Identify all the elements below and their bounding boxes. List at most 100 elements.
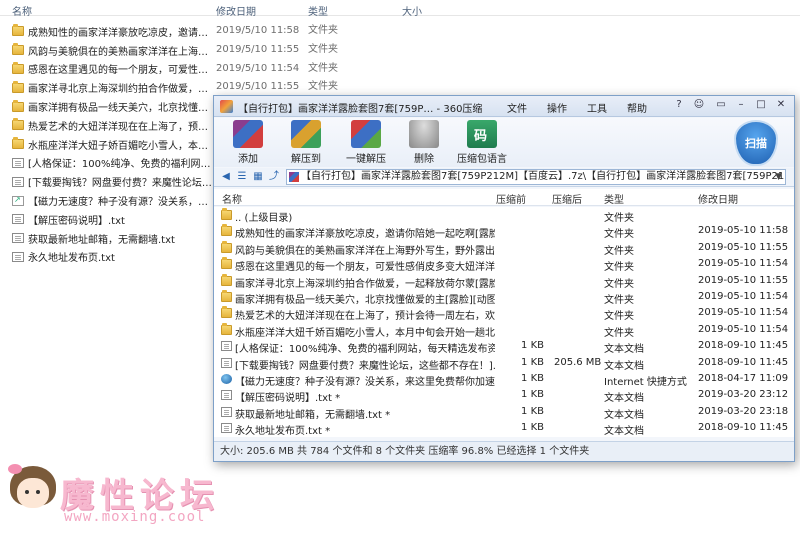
- folder-icon: [12, 118, 24, 131]
- table-row[interactable]: [人格保证：100%纯净、免费的福利网站，每天精选发布资… 1 KB 文本文档 201…: [214, 338, 794, 356]
- row-type: 文件夹: [604, 294, 634, 306]
- view-details-icon[interactable]: ▦: [252, 171, 264, 183]
- extract-to-button[interactable]: 解压到: [276, 120, 336, 165]
- menu-file[interactable]: 文件: [507, 100, 527, 115]
- row-original-size: 205.6 MB: [554, 356, 602, 368]
- column-compressed[interactable]: 压缩前: [496, 191, 526, 206]
- row-name: 永久地址发布页.txt *: [235, 426, 331, 438]
- row-type: 文本文档: [604, 344, 644, 356]
- skin-icon[interactable]: ▭: [714, 99, 728, 112]
- row-date: 2018-09-10 11:45: [698, 340, 789, 352]
- column-type[interactable]: 类型: [604, 191, 624, 206]
- menu-action[interactable]: 操作: [547, 100, 567, 115]
- one-click-extract-icon: [351, 120, 381, 148]
- watermark: 魔性论坛 www.moxing.cool: [0, 462, 240, 533]
- folder-icon: [221, 240, 232, 253]
- archive-language-label: 压缩包语言: [457, 154, 507, 165]
- bg-list-item[interactable]: 感恩在这里遇见的每一个朋友，可爱性感…: [12, 60, 212, 79]
- table-row[interactable]: 画家洋拥有极品一线天美穴，北京找懂做爱的主[露脸][动图]… 文件夹 2019-05…: [214, 289, 794, 306]
- table-row[interactable]: 【解压密码说明】.txt * 1 KB 文本文档 2019-03-20 23:12: [214, 387, 794, 405]
- help-icon[interactable]: ?: [672, 99, 686, 112]
- title-bar[interactable]: 【自行打包】画家洋洋露脸套图7套[759P… - 360压缩 文件 操作 工具 …: [214, 96, 794, 117]
- bg-list-item[interactable]: 画家洋拥有极品一线天美穴，北京找懂做…: [12, 97, 212, 116]
- table-row[interactable]: 水瓶座洋洋大妞千娇百媚吃小雪人，本月中旬会开始一趟北… 文件夹 2019-05-10…: [214, 322, 794, 339]
- table-row[interactable]: 永久地址发布页.txt * 1 KB 文本文档 2018-09-10 11:45: [214, 420, 794, 438]
- address-bar: ◀ ☰ ▦ ⤴ 【自行打包】画家洋洋露脸套图7套[759P212M]【百度云】.…: [214, 168, 794, 187]
- close-button[interactable]: ✕: [774, 99, 788, 112]
- table-row[interactable]: 风韵与美貌俱在的美熟画家洋洋在上海野外写生，野外露出… 文件夹 2019-05-10…: [214, 240, 794, 257]
- maximize-button[interactable]: □: [754, 99, 768, 112]
- one-click-extract-button[interactable]: 一键解压: [336, 120, 396, 165]
- row-type: 文件夹: [604, 245, 634, 257]
- bg-header-date[interactable]: 修改日期: [216, 3, 256, 18]
- bg-item-date: 2019/5/10 11:54: [216, 62, 300, 74]
- row-name: 【解压密码说明】.txt *: [235, 393, 341, 405]
- bg-header-type[interactable]: 类型: [308, 3, 328, 18]
- delete-button[interactable]: 删除: [394, 120, 454, 165]
- row-name: 风韵与美貌俱在的美熟画家洋洋在上海野外写生，野外露出…: [235, 245, 495, 257]
- bg-list-item[interactable]: 获取最新地址邮箱，无需翻墙.txt: [12, 229, 212, 248]
- table-row[interactable]: 感恩在这里遇见的每一个朋友，可爱性感俏皮多变大妞洋洋… 文件夹 2019-05-10…: [214, 256, 794, 273]
- folder-icon: [221, 322, 232, 335]
- row-type: 文本文档: [604, 426, 644, 438]
- bg-item-name: 成熟知性的画家洋洋豪放吃凉皮，邀请你…: [28, 27, 212, 39]
- bg-list-item[interactable]: 成熟知性的画家洋洋豪放吃凉皮，邀请你…: [12, 22, 212, 41]
- menu-tools[interactable]: 工具: [587, 100, 607, 115]
- row-name: 获取最新地址邮箱，无需翻墙.txt *: [235, 409, 391, 421]
- folder-icon: [221, 257, 232, 270]
- bg-list-item[interactable]: 永久地址发布页.txt: [12, 248, 212, 267]
- row-compressed-size: 1 KB: [521, 340, 544, 352]
- row-name: 画家洋寻北京上海深圳约拍合作做爱，一起释放荷尔蒙[露脸…: [235, 278, 495, 290]
- back-arrow-icon[interactable]: ◀: [220, 171, 232, 183]
- column-name[interactable]: 名称: [222, 191, 242, 206]
- table-row[interactable]: .. (上级目录) 文件夹: [214, 207, 794, 224]
- bg-list-item[interactable]: 【磁力无速度？种子没有源？没关系，来…: [12, 191, 212, 210]
- row-date: 2019-05-10 11:55: [698, 274, 789, 286]
- archive-language-button[interactable]: 压缩包语言: [452, 120, 512, 165]
- bg-list-item[interactable]: 热爱艺术的大妞洋洋现在在上海了，预计…: [12, 116, 212, 135]
- table-row[interactable]: 画家洋寻北京上海深圳约拍合作做爱，一起释放荷尔蒙[露脸… 文件夹 2019-05-1…: [214, 273, 794, 290]
- folder-icon: [12, 43, 24, 56]
- row-name: 成熟知性的画家洋洋豪放吃凉皮，邀请你陪她一起吃啊[露脸…: [235, 229, 495, 241]
- table-row[interactable]: [下载要掏钱？网盘要付费？来魔性论坛，这些都不存在！].t… 1 KB 205.6 …: [214, 355, 794, 372]
- archive-file-list: .. (上级目录) 文件夹 成熟知性的画家洋洋豪放吃凉皮，邀请你陪她一起吃啊[露脸……: [214, 207, 794, 437]
- row-date: 2019-05-10 11:54: [698, 323, 789, 335]
- table-row[interactable]: 成熟知性的画家洋洋豪放吃凉皮，邀请你陪她一起吃啊[露脸… 文件夹 2019-05-1…: [214, 223, 794, 241]
- table-row[interactable]: 热爱艺术的大妞洋洋现在在上海了，预计会待一周左右，欢… 文件夹 2019-05-10…: [214, 305, 794, 322]
- row-name: 画家洋拥有极品一线天美穴，北京找懂做爱的主[露脸][动图]…: [235, 294, 495, 306]
- table-row[interactable]: 【磁力无速度？种子没有源？没关系，来这里免费帮你加速… 1 KB Internet …: [214, 371, 794, 388]
- row-date: 2018-09-10 11:45: [698, 356, 789, 368]
- column-date[interactable]: 修改日期: [698, 191, 738, 206]
- bg-list-item[interactable]: [人格保证：100%纯净、免费的福利网站…: [12, 154, 212, 173]
- minimize-button[interactable]: –: [734, 99, 748, 112]
- archive-path-field[interactable]: 【自行打包】画家洋洋露脸套图7套[759P212M]【百度云】.7z\【自行打包…: [286, 169, 786, 185]
- bg-list-item[interactable]: 【解压密码说明】.txt: [12, 210, 212, 229]
- add-button[interactable]: 添加: [218, 120, 278, 165]
- archive-path-text: 【自行打包】画家洋洋露脸套图7套[759P212M]【百度云】.7z\【自行打包…: [301, 171, 786, 182]
- row-type: 文本文档: [604, 409, 644, 421]
- window-title: 【自行打包】画家洋洋露脸套图7套[759P… - 360压缩: [238, 104, 483, 115]
- feedback-icon[interactable]: ☺: [692, 99, 706, 112]
- table-row[interactable]: 获取最新地址邮箱，无需翻墙.txt * 1 KB 文本文档 2019-03-20 23…: [214, 404, 794, 421]
- folder-icon: [12, 137, 24, 150]
- bg-list-item[interactable]: 水瓶座洋洋大妞子娇百媚吃小雪人，本月…: [12, 135, 212, 154]
- row-date: 2019-03-20 23:18: [698, 405, 789, 417]
- background-column-header: 名称 修改日期 类型 大小: [0, 0, 800, 18]
- column-original[interactable]: 压缩后: [552, 191, 582, 206]
- up-folder-icon[interactable]: ⤴: [268, 171, 280, 183]
- folder-icon: [12, 24, 24, 37]
- bg-list-item[interactable]: 画家洋寻北京上海深圳约拍合作做爱，一…: [12, 78, 212, 97]
- text-file-icon: [12, 157, 24, 168]
- bg-item-name: 热爱艺术的大妞洋洋现在在上海了，预计…: [28, 121, 212, 133]
- bg-item-name: [人格保证：100%纯净、免费的福利网站…: [28, 159, 212, 171]
- bg-header-size[interactable]: 大小: [402, 3, 422, 18]
- menu-help[interactable]: 帮助: [627, 100, 647, 115]
- row-date: 2018-04-17 11:09: [698, 372, 789, 384]
- bg-list-item[interactable]: [下载要掏钱？网盘要付费？来魔性论坛…: [12, 172, 212, 191]
- row-name: [人格保证：100%纯净、免费的福利网站，每天精选发布资…: [235, 344, 495, 356]
- bg-list-item[interactable]: 风韵与美貌俱在的美熟画家洋洋在上海野…: [12, 41, 212, 60]
- bg-header-name[interactable]: 名称: [12, 3, 32, 18]
- view-list-icon[interactable]: ☰: [236, 171, 248, 183]
- text-file-icon: [12, 233, 24, 244]
- chevron-down-icon[interactable]: ▼: [775, 170, 782, 184]
